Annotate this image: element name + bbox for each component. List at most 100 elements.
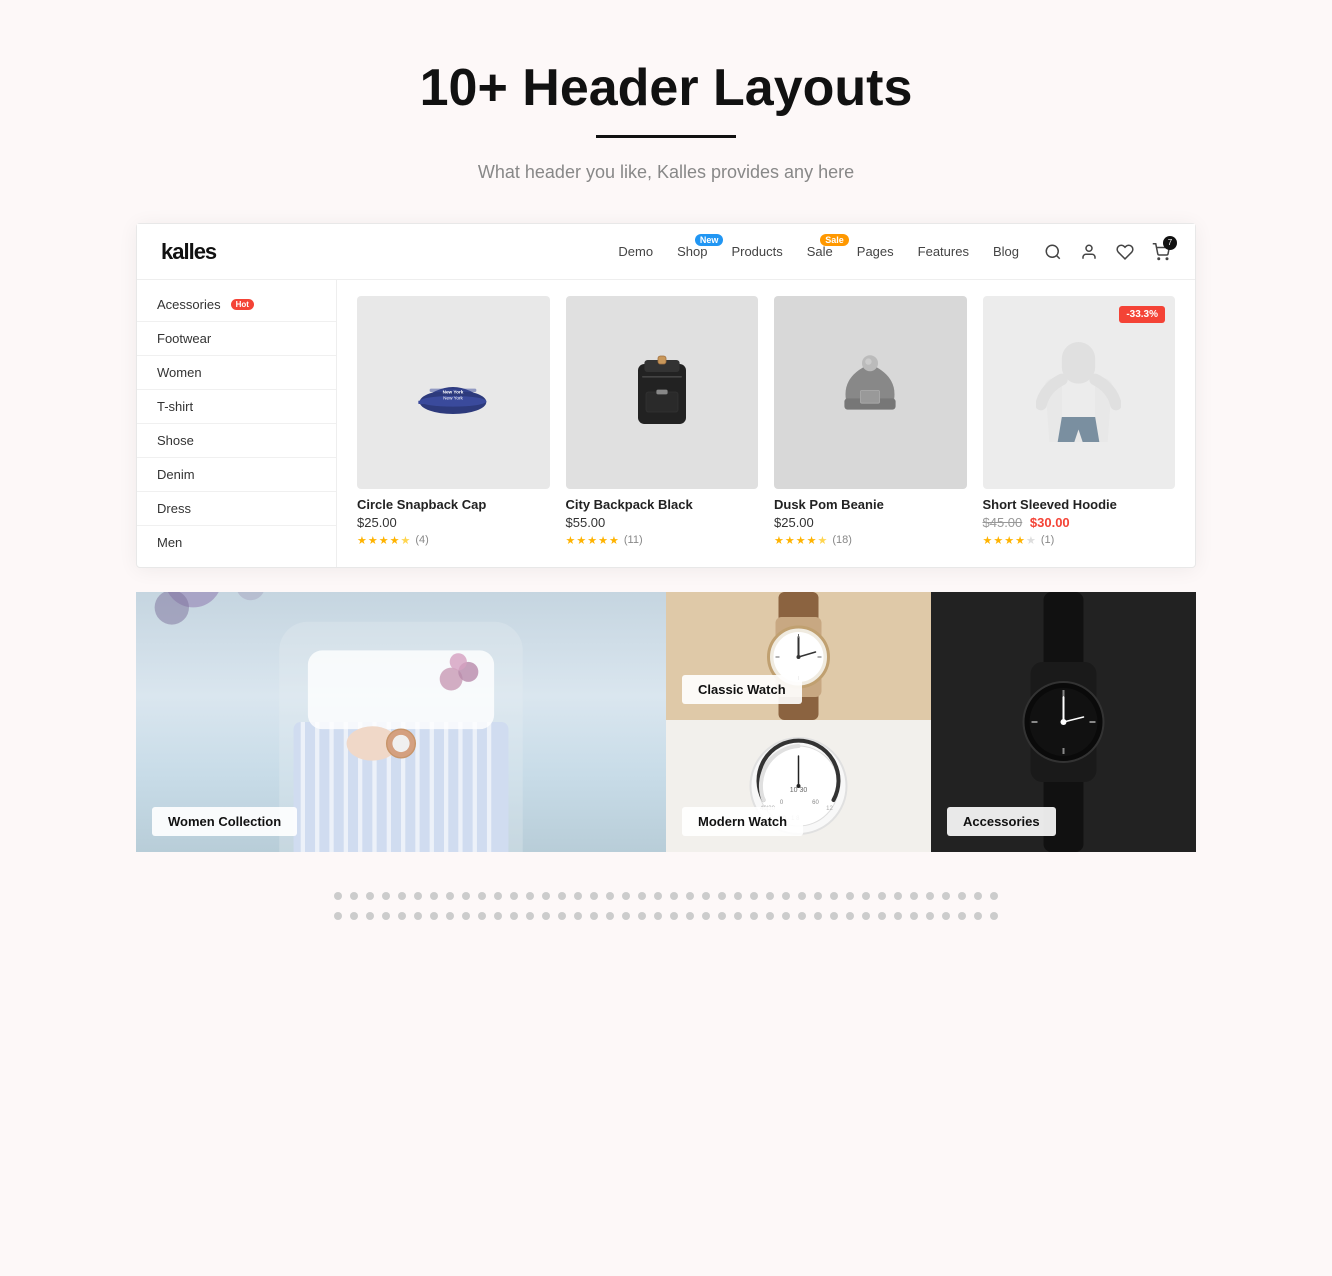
product-stars-beanie: ★ ★ ★ ★ ★ (18) bbox=[774, 534, 967, 547]
dot bbox=[974, 892, 982, 900]
cart-icon[interactable]: 7 bbox=[1151, 242, 1171, 262]
wishlist-icon[interactable] bbox=[1115, 242, 1135, 262]
dot bbox=[718, 892, 726, 900]
product-stars-cap: ★ ★ ★ ★ ★ (4) bbox=[357, 534, 550, 547]
product-image-hoodie: -33.3% bbox=[983, 296, 1176, 489]
dot bbox=[990, 912, 998, 920]
product-name-hoodie: Short Sleeved Hoodie bbox=[983, 497, 1176, 512]
store-widget: kalles Demo Shop New Products Sale Sale … bbox=[136, 223, 1196, 568]
dot bbox=[894, 912, 902, 920]
dot bbox=[446, 912, 454, 920]
hero-subtitle: What header you like, Kalles provides an… bbox=[20, 162, 1312, 183]
collection-modern-watch[interactable]: 10 30 0 60 40|30 12 1 0 · 1 8 Modern Wat… bbox=[666, 720, 931, 852]
svg-text:New York: New York bbox=[443, 390, 464, 395]
sidebar-label-women: Women bbox=[157, 365, 202, 380]
product-card-beanie[interactable]: Dusk Pom Beanie $25.00 ★ ★ ★ ★ ★ (18) bbox=[774, 296, 967, 551]
dot bbox=[638, 912, 646, 920]
dot bbox=[878, 892, 886, 900]
product-stars-hoodie: ★ ★ ★ ★ ★ (1) bbox=[983, 534, 1176, 547]
dot bbox=[686, 892, 694, 900]
collection-classic-watch[interactable]: Classic Watch bbox=[666, 592, 931, 720]
dot bbox=[510, 912, 518, 920]
sidebar-item-accessories[interactable]: Acessories Hot bbox=[137, 288, 336, 322]
sidebar-item-denim[interactable]: Denim bbox=[137, 458, 336, 492]
nav-item-pages[interactable]: Pages bbox=[857, 244, 894, 259]
main-nav: Demo Shop New Products Sale Sale Pages F… bbox=[618, 244, 1019, 259]
svg-text:10 30: 10 30 bbox=[790, 787, 808, 794]
sidebar-item-footwear[interactable]: Footwear bbox=[137, 322, 336, 356]
discount-badge-hoodie: -33.3% bbox=[1119, 306, 1165, 323]
product-card-hoodie[interactable]: -33.3% bbox=[983, 296, 1176, 551]
products-grid: New York New York Circle Snapback Cap $2… bbox=[357, 296, 1175, 551]
collection-label-classic-watch: Classic Watch bbox=[682, 675, 802, 704]
sidebar-label-denim: Denim bbox=[157, 467, 195, 482]
nav-item-blog[interactable]: Blog bbox=[993, 244, 1019, 259]
dot bbox=[526, 912, 534, 920]
star-1: ★ bbox=[357, 534, 367, 547]
dot bbox=[846, 912, 854, 920]
star-1: ★ bbox=[566, 534, 576, 547]
star-4: ★ bbox=[807, 534, 817, 547]
search-icon[interactable] bbox=[1043, 242, 1063, 262]
star-2: ★ bbox=[785, 534, 795, 547]
svg-text:12: 12 bbox=[826, 806, 833, 812]
review-count-beanie: (18) bbox=[832, 534, 852, 546]
star-1: ★ bbox=[774, 534, 784, 547]
star-4: ★ bbox=[598, 534, 608, 547]
collection-women[interactable]: Women Collection bbox=[136, 592, 666, 852]
dot bbox=[862, 912, 870, 920]
nav-item-sale[interactable]: Sale Sale bbox=[807, 244, 833, 259]
sidebar-item-women[interactable]: Women bbox=[137, 356, 336, 390]
product-name-backpack: City Backpack Black bbox=[566, 497, 759, 512]
dot bbox=[766, 892, 774, 900]
dot bbox=[446, 892, 454, 900]
star-2: ★ bbox=[993, 534, 1003, 547]
dot bbox=[574, 892, 582, 900]
dot bbox=[638, 892, 646, 900]
nav-item-shop[interactable]: Shop New bbox=[677, 244, 707, 259]
product-card-cap[interactable]: New York New York Circle Snapback Cap $2… bbox=[357, 296, 550, 551]
dot bbox=[510, 892, 518, 900]
dot bbox=[942, 912, 950, 920]
dots-row-2 bbox=[334, 912, 998, 920]
star-5: ★ bbox=[401, 534, 411, 547]
nav-item-demo[interactable]: Demo bbox=[618, 244, 653, 259]
product-name-beanie: Dusk Pom Beanie bbox=[774, 497, 967, 512]
old-price-hoodie: $45.00 bbox=[983, 515, 1023, 530]
dot bbox=[830, 892, 838, 900]
product-image-beanie bbox=[774, 296, 967, 489]
account-icon[interactable] bbox=[1079, 242, 1099, 262]
dot bbox=[798, 912, 806, 920]
dot bbox=[542, 912, 550, 920]
sidebar-item-shose[interactable]: Shose bbox=[137, 424, 336, 458]
hero-divider bbox=[596, 135, 736, 138]
sidebar-item-men[interactable]: Men bbox=[137, 526, 336, 559]
dot bbox=[814, 892, 822, 900]
dot bbox=[590, 892, 598, 900]
dot bbox=[430, 892, 438, 900]
nav-item-products[interactable]: Products bbox=[731, 244, 782, 259]
product-price-backpack: $55.00 bbox=[566, 515, 759, 530]
nav-item-features[interactable]: Features bbox=[918, 244, 969, 259]
collection-accessories[interactable]: Accessories bbox=[931, 592, 1196, 852]
product-name-cap: Circle Snapback Cap bbox=[357, 497, 550, 512]
dot bbox=[718, 912, 726, 920]
dot bbox=[430, 912, 438, 920]
hero-title: 10+ Header Layouts bbox=[20, 60, 1312, 117]
product-price-cap: $25.00 bbox=[357, 515, 550, 530]
dot bbox=[798, 892, 806, 900]
sidebar-item-tshirt[interactable]: T-shirt bbox=[137, 390, 336, 424]
review-count-hoodie: (1) bbox=[1041, 534, 1054, 546]
nav-icons: 7 bbox=[1043, 242, 1171, 262]
dot bbox=[734, 912, 742, 920]
review-count-backpack: (11) bbox=[624, 534, 643, 546]
product-info-backpack: City Backpack Black $55.00 ★ ★ ★ ★ ★ (11… bbox=[566, 489, 759, 551]
sale-badge: Sale bbox=[820, 234, 849, 246]
star-5: ★ bbox=[1026, 534, 1036, 547]
right-col-watches: Classic Watch 10 30 0 bbox=[666, 592, 931, 852]
sidebar-item-dress[interactable]: Dress bbox=[137, 492, 336, 526]
product-card-backpack[interactable]: City Backpack Black $55.00 ★ ★ ★ ★ ★ (11… bbox=[566, 296, 759, 551]
dot bbox=[382, 912, 390, 920]
dot bbox=[814, 912, 822, 920]
product-image-backpack bbox=[566, 296, 759, 489]
